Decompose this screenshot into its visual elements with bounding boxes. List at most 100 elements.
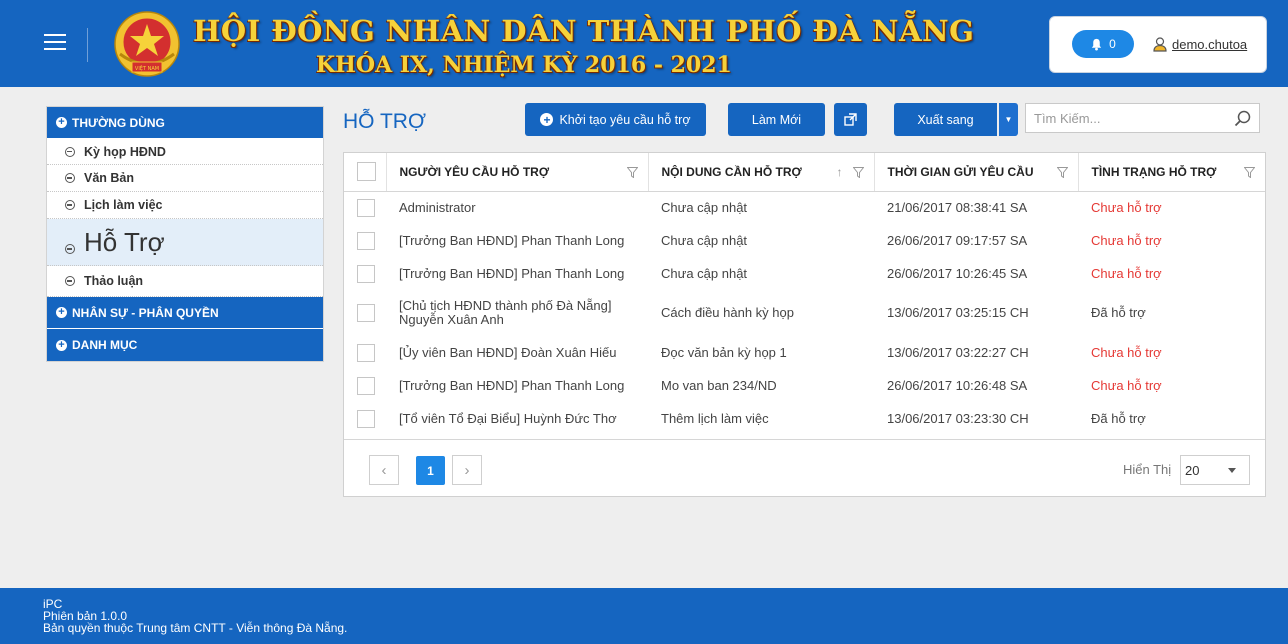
time-cell: 13/06/2017 03:25:15 CH	[887, 305, 1029, 320]
search-icon[interactable]	[1234, 110, 1251, 127]
content-cell: Đọc văn bản kỳ họp 1	[661, 344, 787, 360]
username-link[interactable]: demo.chutoa	[1172, 37, 1247, 52]
row-select-cell	[344, 224, 386, 257]
column-header-time[interactable]: THỜI GIAN GỬI YÊU CẦU	[874, 153, 1079, 192]
minus-circle-icon	[65, 173, 75, 183]
user-panel: 0 demo.chutoa	[1049, 16, 1267, 73]
time-cell: 13/06/2017 03:22:27 CH	[887, 344, 1029, 360]
status-cell: Đã hỗ trợ	[1091, 410, 1146, 426]
time-cell: 21/06/2017 08:38:41 SA	[887, 199, 1028, 215]
select-all-header	[344, 153, 387, 192]
requester-cell: [Chủ tịch HĐND thành phố Đà Nẵng] Nguyễn…	[399, 298, 612, 327]
national-emblem-icon: VIỆT NAM	[114, 11, 180, 77]
chevron-left-icon: ‹	[381, 461, 387, 479]
table-header-row: NGƯỜI YÊU CẦU HỖ TRỢ NỘI DUNG CẦN HỖ TRỢ…	[344, 153, 1265, 192]
table-row[interactable]: Administrator Chưa cập nhật 21/06/2017 0…	[344, 191, 1265, 224]
content-cell: Chưa cập nhật	[661, 265, 748, 281]
page-1-button[interactable]: 1	[416, 456, 445, 485]
row-select-cell	[344, 257, 386, 290]
requester-cell: [Ủy viên Ban HĐND] Đoàn Xuân Hiếu	[399, 344, 617, 360]
row-checkbox[interactable]	[357, 343, 375, 362]
app-header: VIỆT NAM HỘI ĐỒNG NHÂN DÂN THÀNH PHỐ ĐÀ …	[0, 0, 1288, 87]
status-cell: Chưa hỗ trợ	[1091, 377, 1162, 393]
minus-circle-icon	[65, 200, 75, 210]
next-page-button[interactable]: ›	[452, 455, 482, 485]
table-row[interactable]: [Ủy viên Ban HĐND] Đoàn Xuân Hiếu Đọc vă…	[344, 336, 1265, 369]
row-select-cell	[344, 191, 386, 224]
svg-text:VIỆT NAM: VIỆT NAM	[135, 64, 159, 72]
table-row[interactable]: [Tổ viên Tổ Đại Biểu] Huỳnh Đức Thơ Thêm…	[344, 402, 1265, 435]
refresh-button[interactable]: Làm Mới	[728, 103, 825, 136]
row-select-cell	[344, 402, 386, 435]
content-cell: Mo van ban 234/ND	[661, 377, 777, 393]
status-cell: Chưa hỗ trợ	[1091, 232, 1162, 248]
minus-circle-icon	[65, 244, 75, 254]
status-cell: Chưa hỗ trợ	[1091, 265, 1162, 281]
plus-circle-icon: +	[56, 339, 67, 351]
status-cell: Chưa hỗ trợ	[1091, 344, 1162, 360]
caret-down-icon	[1228, 468, 1236, 473]
menu-toggle-icon[interactable]	[44, 34, 66, 52]
filter-icon[interactable]	[852, 167, 864, 178]
external-window-icon	[844, 113, 857, 126]
create-request-button[interactable]: + Khởi tạo yêu cầu hỗ trợ	[525, 103, 706, 136]
column-header-requester[interactable]: NGƯỜI YÊU CẦU HỖ TRỢ	[386, 153, 649, 192]
row-checkbox[interactable]	[357, 304, 375, 322]
sidebar: + THƯỜNG DÙNG Kỳ họp HĐND Văn Bản Lịch l…	[46, 106, 324, 362]
row-checkbox[interactable]	[357, 376, 375, 395]
plus-circle-icon: +	[56, 307, 67, 318]
table-row[interactable]: [Trưởng Ban HĐND] Phan Thanh Long Chưa c…	[344, 257, 1265, 290]
sidebar-section-personnel[interactable]: + NHÂN SỰ - PHÂN QUYỀN	[47, 297, 323, 329]
sidebar-section-frequent[interactable]: + THƯỜNG DÙNG	[47, 107, 323, 139]
column-header-status[interactable]: TÌNH TRẠNG HỖ TRỢ	[1078, 153, 1265, 192]
notification-count: 0	[1109, 37, 1116, 51]
notification-button[interactable]: 0	[1072, 30, 1134, 58]
footer-copyright: Bản quyền thuộc Trung tâm CNTT - Viễn th…	[43, 621, 348, 635]
caret-down-icon: ▼	[1004, 115, 1013, 124]
search-box	[1025, 103, 1260, 133]
row-select-cell	[344, 369, 386, 402]
user-icon	[1153, 37, 1167, 52]
filter-icon[interactable]	[626, 167, 638, 178]
requester-cell: [Trưởng Ban HĐND] Phan Thanh Long	[399, 265, 625, 281]
header-divider	[87, 28, 88, 62]
column-header-content[interactable]: NỘI DUNG CẦN HỖ TRỢ ↑	[648, 153, 875, 192]
content-cell: Thêm lịch làm việc	[661, 410, 769, 426]
row-checkbox[interactable]	[357, 264, 375, 283]
select-all-checkbox[interactable]	[357, 162, 376, 182]
export-dropdown-toggle[interactable]: ▼	[999, 103, 1018, 136]
sidebar-item-schedule[interactable]: Lịch làm việc	[47, 192, 323, 219]
sidebar-item-support[interactable]: Hỗ Trợ	[47, 219, 323, 266]
export-button[interactable]: Xuất sang	[894, 103, 997, 136]
filter-icon[interactable]	[1056, 167, 1068, 178]
table-row[interactable]: [Trưởng Ban HĐND] Phan Thanh Long Chưa c…	[344, 224, 1265, 257]
status-cell: Đã hỗ trợ	[1091, 305, 1146, 320]
minus-circle-icon	[65, 276, 75, 286]
search-input[interactable]	[1026, 104, 1226, 132]
row-checkbox[interactable]	[357, 198, 375, 217]
row-checkbox[interactable]	[357, 231, 375, 250]
popout-button[interactable]	[834, 103, 867, 136]
sidebar-section-categories[interactable]: + DANH MỤC	[47, 329, 323, 361]
content-cell: Chưa cập nhật	[661, 232, 748, 248]
row-select-cell	[344, 336, 386, 369]
council-term-subtitle: KHÓA IX, NHIỆM KỲ 2016 - 2021	[316, 52, 732, 78]
content-cell: Chưa cập nhật	[661, 199, 748, 215]
support-requests-grid: NGƯỜI YÊU CẦU HỖ TRỢ NỘI DUNG CẦN HỖ TRỢ…	[343, 152, 1266, 497]
table-row[interactable]: [Chủ tịch HĐND thành phố Đà Nẵng] Nguyễn…	[344, 290, 1265, 336]
sidebar-item-documents[interactable]: Văn Bản	[47, 165, 323, 192]
page-size-label: Hiển Thị	[1123, 462, 1172, 477]
minus-circle-icon	[65, 146, 75, 157]
page-size-select[interactable]: 20	[1180, 455, 1250, 485]
sidebar-item-sessions[interactable]: Kỳ họp HĐND	[47, 139, 323, 165]
row-select-cell	[344, 290, 386, 336]
plus-circle-icon: +	[540, 113, 554, 126]
sidebar-item-discussion[interactable]: Thảo luận	[47, 266, 323, 297]
filter-icon[interactable]	[1244, 167, 1255, 178]
table-row[interactable]: [Trưởng Ban HĐND] Phan Thanh Long Mo van…	[344, 369, 1265, 402]
support-requests-table: NGƯỜI YÊU CẦU HỖ TRỢ NỘI DUNG CẦN HỖ TRỢ…	[344, 153, 1265, 435]
previous-page-button[interactable]: ‹	[369, 455, 399, 485]
row-checkbox[interactable]	[357, 409, 375, 428]
pagination-bar: ‹ 1 › Hiển Thị 20	[344, 439, 1265, 496]
bell-icon	[1092, 38, 1102, 51]
